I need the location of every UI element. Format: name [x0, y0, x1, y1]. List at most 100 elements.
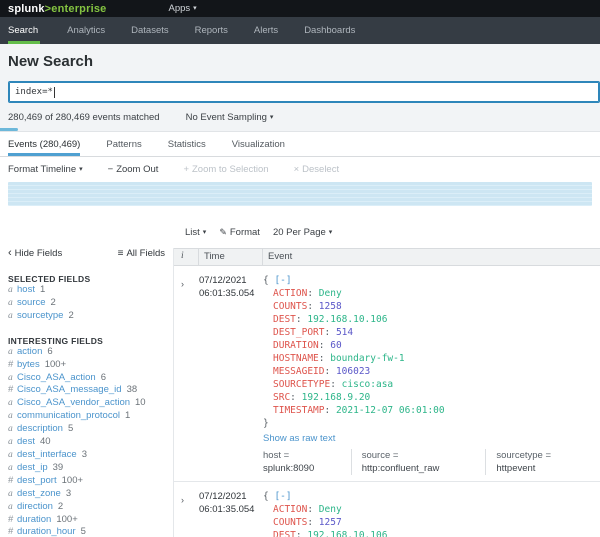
nav-item-reports[interactable]: Reports — [182, 17, 241, 44]
field-name: Cisco_ASA_action — [17, 371, 96, 383]
deselect-button[interactable]: × Deselect — [294, 164, 340, 175]
meta-source[interactable]: source = http:confluent_raw — [352, 449, 487, 475]
expand-event-button[interactable]: › — [174, 274, 199, 475]
tab-statistics[interactable]: Statistics — [168, 132, 206, 156]
field-item-dest-zone[interactable]: a dest_zone 3 — [8, 488, 165, 501]
json-value[interactable]: 1258 — [319, 301, 342, 312]
field-item-dest-ip[interactable]: a dest_ip 39 — [8, 462, 165, 475]
field-item-dest-port[interactable]: # dest_port 100+ — [8, 475, 165, 488]
events-matched-summary: 280,469 of 280,469 events matched — [8, 112, 160, 123]
field-name: dest_port — [17, 474, 57, 486]
json-value[interactable]: 106023 — [336, 366, 370, 377]
collapse-json-link[interactable]: [-] — [274, 275, 291, 286]
meta-host[interactable]: host = splunk:8090 — [263, 449, 352, 475]
field-count: 100+ — [44, 358, 67, 370]
event-sampling-dropdown[interactable]: No Event Sampling ▾ — [186, 112, 274, 123]
interesting-fields-list: a action 6 # bytes 100+ a Cisco_ASA_action 6 # Cis… — [8, 346, 165, 537]
json-value[interactable]: Deny — [319, 288, 342, 299]
event-json: { [-] ACTION: Deny COUNTS: 1257 DEST: 192.1… — [263, 490, 600, 537]
field-name: action — [17, 345, 43, 357]
json-value[interactable]: 60 — [330, 340, 341, 351]
field-item-duration-hour[interactable]: # duration_hour 5 — [8, 526, 165, 537]
nav-item-analytics[interactable]: Analytics — [54, 17, 118, 44]
zoom-to-selection-button[interactable]: + Zoom to Selection — [183, 164, 268, 175]
timeline-histogram[interactable] — [8, 182, 592, 206]
event-time[interactable]: 07/12/2021 06:01:35.054 — [199, 274, 263, 475]
json-key: DEST — [273, 530, 296, 537]
string-field-icon: a — [8, 424, 13, 435]
selected-fields-list: a host 1 a source 2 a sourcetype 2 — [8, 284, 165, 323]
field-item-dest[interactable]: a dest 40 — [8, 436, 165, 449]
tab-visualization[interactable]: Visualization — [232, 132, 285, 156]
json-value[interactable]: 192.168.10.106 — [307, 530, 387, 537]
collapse-json-link[interactable]: [-] — [274, 491, 291, 502]
hide-fields-button[interactable]: ‹ Hide Fields — [8, 247, 63, 260]
json-value[interactable]: 1257 — [319, 517, 342, 528]
field-name: description — [17, 423, 63, 435]
top-bar: splunk>enterprise Apps ▾ — [0, 0, 600, 17]
json-value[interactable]: 192.168.10.106 — [307, 314, 387, 325]
field-item-bytes[interactable]: # bytes 100+ — [8, 359, 165, 372]
string-field-icon: a — [8, 501, 13, 512]
list-view-dropdown[interactable]: List ▾ — [185, 227, 206, 238]
show-raw-text-link[interactable]: Show as raw text — [263, 432, 600, 445]
string-field-icon: a — [8, 285, 13, 295]
field-item-dest-interface[interactable]: a dest_interface 3 — [8, 449, 165, 462]
json-field-dest-port: DEST_PORT: 514 — [273, 327, 354, 338]
chevron-right-icon: › — [181, 279, 184, 289]
chevron-left-icon: ‹ — [8, 247, 12, 259]
caret-down-icon: ▾ — [328, 228, 333, 236]
json-value[interactable]: 2021-12-07 06:01:00 — [336, 405, 445, 416]
field-item-source[interactable]: a source 2 — [8, 297, 165, 310]
nav-item-datasets[interactable]: Datasets — [118, 17, 182, 44]
field-name: duration_hour — [17, 526, 76, 537]
field-item-host[interactable]: a host 1 — [8, 284, 165, 297]
field-item-cisco-asa-action[interactable]: a Cisco_ASA_action 6 — [8, 372, 165, 385]
logo-secondary: >enterprise — [44, 2, 107, 15]
zoom-out-button[interactable]: − Zoom Out — [108, 164, 159, 175]
json-value[interactable]: Deny — [319, 504, 342, 515]
json-value[interactable]: 514 — [336, 327, 353, 338]
json-value[interactable]: 192.168.9.20 — [302, 392, 371, 403]
deselect-label: Deselect — [302, 164, 340, 175]
field-name: Cisco_ASA_vendor_action — [17, 397, 131, 409]
json-key: MESSAGEID — [273, 366, 325, 377]
json-value[interactable]: boundary-fw-1 — [330, 353, 404, 364]
nav-item-search[interactable]: Search — [8, 17, 54, 44]
field-item-communication-protocol[interactable]: a communication_protocol 1 — [8, 410, 165, 423]
field-count: 1 — [39, 284, 46, 295]
json-field-sourcetype: SOURCETYPE: cisco:asa — [273, 379, 394, 390]
field-item-duration[interactable]: # duration 100+ — [8, 514, 165, 527]
field-count: 1 — [124, 410, 131, 422]
splunk-logo[interactable]: splunk>enterprise — [8, 3, 106, 15]
nav-item-dashboards[interactable]: Dashboards — [291, 17, 368, 44]
format-button[interactable]: ✎ Format — [219, 227, 260, 238]
field-item-cisco-asa-vendor-action[interactable]: a Cisco_ASA_vendor_action 10 — [8, 397, 165, 410]
all-fields-button[interactable]: ≡ All Fields — [118, 248, 165, 259]
expand-event-button[interactable]: › — [174, 490, 199, 537]
field-item-cisco-asa-message-id[interactable]: # Cisco_ASA_message_id 38 — [8, 384, 165, 397]
json-field-hostname: HOSTNAME: boundary-fw-1 — [273, 353, 405, 364]
field-item-direction[interactable]: a direction 2 — [8, 501, 165, 514]
hide-fields-label: Hide Fields — [14, 248, 63, 259]
apps-menu[interactable]: Apps ▾ — [168, 3, 196, 14]
format-timeline-button[interactable]: Format Timeline ▾ — [8, 164, 83, 175]
column-header-event: Event — [268, 251, 293, 262]
string-field-icon: a — [8, 346, 13, 357]
json-value[interactable]: cisco:asa — [342, 379, 393, 390]
field-item-description[interactable]: a description 5 — [8, 423, 165, 436]
meta-field-name: source = — [361, 450, 399, 461]
nav-item-alerts[interactable]: Alerts — [241, 17, 291, 44]
tab-events-280-469[interactable]: Events (280,469) — [8, 132, 81, 156]
tab-patterns[interactable]: Patterns — [106, 132, 141, 156]
field-name: source — [17, 296, 46, 308]
meta-sourcetype[interactable]: sourcetype = httpevent — [486, 449, 600, 475]
field-item-sourcetype[interactable]: a sourcetype 2 — [8, 310, 165, 323]
event-content: { [-] ACTION: Deny COUNTS: 1257 DEST: 192.1… — [263, 490, 600, 537]
field-item-action[interactable]: a action 6 — [8, 346, 165, 359]
app-nav-items: Search Analytics Datasets Reports Alerts Dash… — [8, 17, 368, 44]
event-time[interactable]: 07/12/2021 06:01:35.054 — [199, 490, 263, 537]
per-page-dropdown[interactable]: 20 Per Page ▾ — [273, 227, 332, 238]
search-input[interactable]: index=* — [8, 81, 600, 103]
string-field-icon: a — [8, 449, 13, 460]
